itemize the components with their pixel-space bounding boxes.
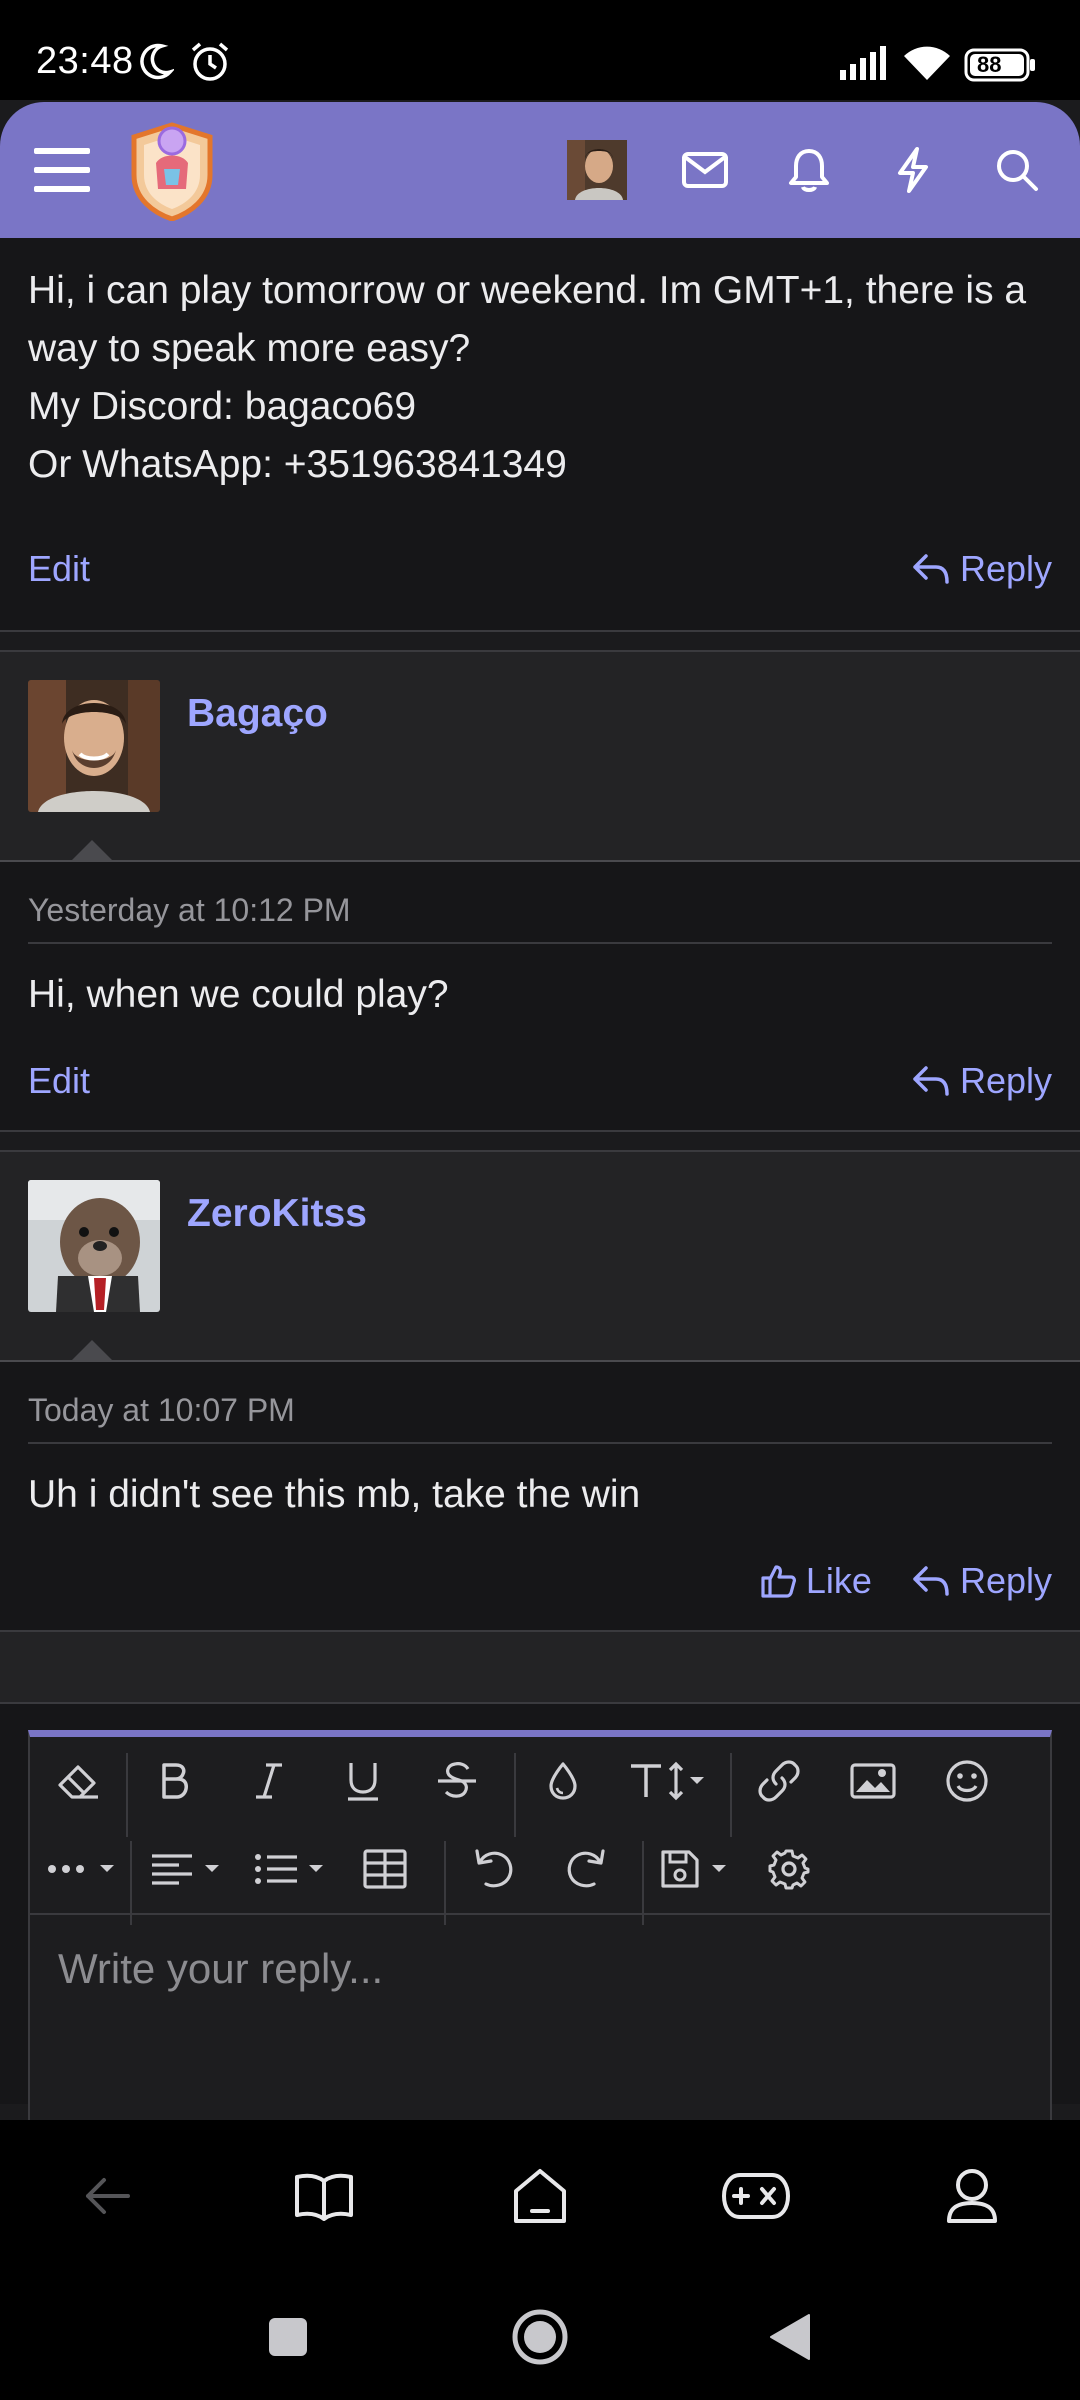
reply-button[interactable]: Reply <box>912 1560 1052 1602</box>
profile-icon[interactable] <box>912 2120 1032 2272</box>
envelope-icon[interactable] <box>670 102 740 238</box>
search-icon[interactable] <box>982 102 1052 238</box>
avatar[interactable] <box>28 680 160 812</box>
link-icon[interactable] <box>744 1737 814 1825</box>
reply-label: Reply <box>959 548 1052 589</box>
editor-toolbar-row-2 <box>30 1825 1050 1925</box>
post-date[interactable]: Today at 10:07 PM <box>28 1362 1052 1444</box>
post-2: Bagaço Yesterday at 10:12 PM Hi, when we… <box>0 650 1080 1130</box>
like-button[interactable]: Like <box>760 1560 872 1602</box>
reply-icon <box>913 1066 949 1096</box>
italic-icon[interactable] <box>234 1737 304 1825</box>
settings-icon[interactable] <box>754 1825 824 1913</box>
underline-icon[interactable] <box>328 1737 398 1825</box>
bell-icon[interactable] <box>774 102 844 238</box>
book-icon[interactable] <box>264 2120 384 2272</box>
text-color-icon[interactable] <box>528 1737 598 1825</box>
lightning-icon[interactable] <box>878 102 948 238</box>
bottom-navigation <box>0 2120 1080 2272</box>
system-navigation <box>0 2272 1080 2400</box>
align-icon[interactable] <box>142 1825 236 1913</box>
editor-toolbar-row-1 <box>30 1737 1050 1837</box>
thumbs-up-icon <box>761 1565 796 1598</box>
home-circle-icon[interactable] <box>490 2292 590 2382</box>
user-block: ZeroKitss <box>0 1150 1080 1362</box>
post-3: ZeroKitss Today at 10:07 PM Uh i didn't … <box>0 1150 1080 1630</box>
app-header <box>0 102 1080 238</box>
section-spacer <box>0 1630 1080 1704</box>
home-icon[interactable] <box>480 2120 600 2272</box>
more-options-icon[interactable] <box>40 1825 124 1913</box>
eraser-icon[interactable] <box>44 1737 112 1825</box>
hamburger-menu-icon[interactable] <box>20 102 104 238</box>
crest-logo-icon[interactable] <box>122 102 222 238</box>
user-block: Bagaço <box>0 650 1080 862</box>
post-3-body: Uh i didn't see this mb, take the win <box>28 1473 641 1516</box>
font-size-icon[interactable] <box>622 1737 714 1825</box>
save-draft-icon[interactable] <box>656 1825 740 1913</box>
back-arrow-icon[interactable] <box>48 2120 168 2272</box>
edit-link[interactable]: Edit <box>28 548 90 590</box>
reply-icon <box>913 1566 949 1596</box>
username[interactable]: ZeroKitss <box>187 1192 367 1236</box>
post-date[interactable]: Yesterday at 10:12 PM <box>28 862 1052 944</box>
strikethrough-icon[interactable] <box>422 1737 492 1825</box>
list-icon[interactable] <box>246 1825 340 1913</box>
post-separator <box>0 630 1080 650</box>
status-bar: 23:48 88 <box>0 0 1080 100</box>
back-triangle-icon[interactable] <box>740 2292 840 2382</box>
reply-button[interactable]: Reply <box>912 548 1052 590</box>
table-icon[interactable] <box>350 1825 420 1913</box>
recents-square-icon[interactable] <box>238 2292 338 2382</box>
reply-editor-section: Write your reply... <box>0 1704 1080 2120</box>
post-separator <box>0 1130 1080 1150</box>
reply-input[interactable]: Write your reply... <box>30 1913 1050 2113</box>
alarm-icon <box>188 40 232 84</box>
reply-icon <box>913 554 949 584</box>
post-2-body: Hi, when we could play? <box>28 973 449 1016</box>
moon-icon <box>138 42 174 82</box>
post-1-body: Hi, i can play tomorrow or weekend. Im G… <box>28 269 1027 486</box>
user-arrow <box>70 1340 114 1362</box>
username[interactable]: Bagaço <box>187 692 328 736</box>
user-avatar-icon[interactable] <box>562 102 632 238</box>
emoji-icon[interactable] <box>932 1737 1002 1825</box>
thread-content: Hi, i can play tomorrow or weekend. Im G… <box>0 238 1080 2120</box>
image-icon[interactable] <box>838 1737 908 1825</box>
user-arrow <box>70 840 114 862</box>
signal-icon <box>840 46 890 80</box>
reply-label: Reply <box>959 1060 1052 1101</box>
redo-icon[interactable] <box>552 1825 622 1913</box>
reply-editor: Write your reply... <box>28 1730 1052 2120</box>
post-1: Hi, i can play tomorrow or weekend. Im G… <box>0 238 1080 630</box>
battery-level: 88 <box>977 52 1002 77</box>
reply-label: Reply <box>959 1560 1052 1601</box>
edit-link[interactable]: Edit <box>28 1060 90 1102</box>
gamepad-icon[interactable] <box>696 2120 816 2272</box>
avatar[interactable] <box>28 1180 160 1312</box>
undo-icon[interactable] <box>458 1825 528 1913</box>
wifi-icon <box>902 44 952 82</box>
status-time: 23:48 <box>36 40 134 82</box>
like-label: Like <box>805 1560 872 1601</box>
reply-button[interactable]: Reply <box>912 1060 1052 1102</box>
bold-icon[interactable] <box>140 1737 210 1825</box>
